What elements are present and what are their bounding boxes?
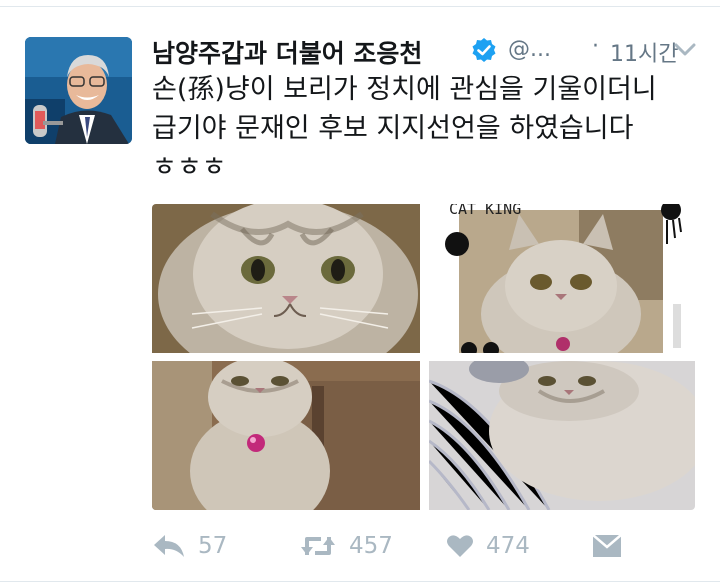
author-display-name[interactable]: 남양주갑과 더불어 조응천: [152, 34, 422, 70]
reply-icon: [154, 535, 184, 557]
retweet-icon: [301, 537, 335, 555]
like-count: 474: [486, 533, 530, 559]
tweet-text-line: ㅎㅎㅎ: [152, 152, 227, 183]
cat-photo-4[interactable]: [429, 361, 695, 510]
reply-button[interactable]: 57: [152, 526, 227, 566]
reply-count: 57: [198, 533, 228, 559]
meta-separator: ·: [592, 34, 599, 59]
direct-message-button[interactable]: [592, 526, 622, 566]
tweet-text-line: 급기야 문재인 후보 지지선언을 하였습니다: [152, 113, 634, 144]
envelope-icon: [592, 534, 622, 557]
cat-photo-1[interactable]: [152, 204, 420, 353]
verified-badge-icon: [472, 38, 496, 62]
cat-photo-2[interactable]: CAT KING: [429, 204, 695, 353]
bottom-divider: [0, 581, 720, 582]
chevron-down-icon[interactable]: [674, 43, 696, 57]
retweet-count: 457: [349, 533, 393, 559]
retweet-button[interactable]: 457: [299, 526, 393, 566]
top-divider: [0, 6, 720, 7]
photo-grid: CAT KING: [152, 204, 695, 510]
tweet-header: 남양주갑과 더불어 조응천 @... · 11시간: [152, 30, 712, 70]
photo-overlay-text: CAT KING: [449, 204, 521, 218]
heart-icon: [447, 535, 473, 557]
tweet-actions: 57 457 474: [152, 526, 712, 566]
avatar-photo: [25, 37, 132, 144]
tweet-timestamp[interactable]: 11시간: [610, 36, 678, 68]
like-button[interactable]: 474: [446, 526, 530, 566]
author-handle[interactable]: @...: [508, 37, 551, 62]
tweet-text-line: 손(孫)냥이 보리가 정치에 관심을 기울이더니: [152, 74, 657, 105]
cat-photo-3[interactable]: [152, 361, 420, 510]
tweet-text: 손(孫)냥이 보리가 정치에 관심을 기울이더니 급기야 문재인 후보 지지선언…: [152, 70, 712, 187]
avatar[interactable]: [25, 37, 132, 144]
